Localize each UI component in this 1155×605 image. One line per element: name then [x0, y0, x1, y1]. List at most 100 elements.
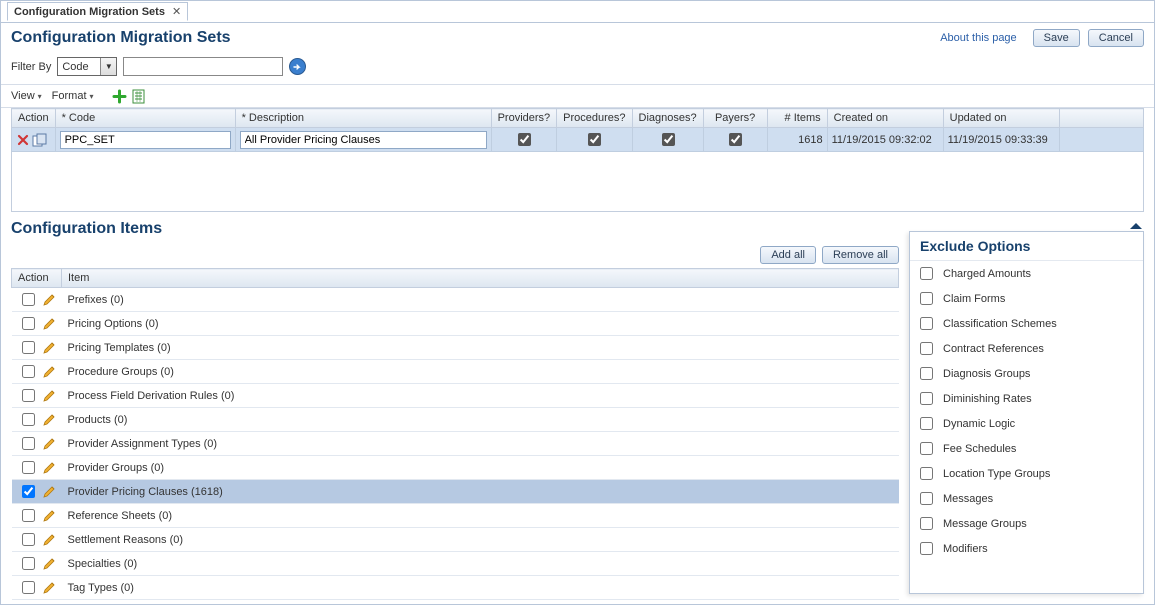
col-created[interactable]: Created on: [827, 109, 943, 128]
list-item[interactable]: Procedure Groups (0): [12, 360, 899, 384]
edit-icon[interactable]: [42, 365, 56, 379]
exclude-checkbox[interactable]: [920, 467, 933, 480]
exclude-option[interactable]: Message Groups: [910, 511, 1143, 536]
exclude-option[interactable]: Diagnosis Groups: [910, 361, 1143, 386]
list-item[interactable]: Provider Assignment Types (0): [12, 432, 899, 456]
exclude-option[interactable]: Modifiers: [910, 536, 1143, 561]
exclude-option[interactable]: Messages: [910, 486, 1143, 511]
exclude-option[interactable]: Contract References: [910, 336, 1143, 361]
item-checkbox[interactable]: [22, 461, 35, 474]
list-item[interactable]: Settlement Reasons (0): [12, 528, 899, 552]
item-checkbox[interactable]: [22, 581, 35, 594]
view-menu[interactable]: View▾: [11, 90, 42, 102]
exclude-option[interactable]: Claim Forms: [910, 286, 1143, 311]
item-checkbox[interactable]: [22, 293, 35, 306]
about-this-page-link[interactable]: About this page: [940, 32, 1016, 44]
col-item[interactable]: Item: [62, 269, 899, 288]
exclude-checkbox[interactable]: [920, 417, 933, 430]
list-item[interactable]: Prefixes (0): [12, 288, 899, 312]
item-checkbox[interactable]: [22, 365, 35, 378]
exclude-option[interactable]: Diminishing Rates: [910, 386, 1143, 411]
exclude-checkbox[interactable]: [920, 517, 933, 530]
close-icon[interactable]: ✕: [172, 5, 181, 18]
item-checkbox[interactable]: [22, 533, 35, 546]
exclude-option[interactable]: Charged Amounts: [910, 261, 1143, 286]
cancel-button[interactable]: Cancel: [1088, 29, 1144, 47]
exclude-option[interactable]: Location Type Groups: [910, 461, 1143, 486]
description-input[interactable]: [240, 131, 487, 149]
add-all-button[interactable]: Add all: [760, 246, 816, 264]
filter-go-button[interactable]: [289, 58, 306, 75]
exclude-checkbox[interactable]: [920, 492, 933, 505]
col-procedures[interactable]: Procedures?: [557, 109, 632, 128]
list-item[interactable]: Provider Pricing Clauses (1618): [12, 480, 899, 504]
item-label: Tag Types (0): [62, 576, 899, 600]
exclude-checkbox[interactable]: [920, 392, 933, 405]
payers-checkbox[interactable]: [729, 133, 742, 146]
edit-icon[interactable]: [42, 461, 56, 475]
item-checkbox[interactable]: [22, 437, 35, 450]
exclude-option[interactable]: Classification Schemes: [910, 311, 1143, 336]
exclude-checkbox[interactable]: [920, 267, 933, 280]
exclude-checkbox[interactable]: [920, 367, 933, 380]
item-checkbox[interactable]: [22, 509, 35, 522]
col-diagnoses[interactable]: Diagnoses?: [632, 109, 703, 128]
list-item[interactable]: Products (0): [12, 408, 899, 432]
exclude-checkbox[interactable]: [920, 442, 933, 455]
item-checkbox[interactable]: [22, 317, 35, 330]
edit-icon[interactable]: [42, 293, 56, 307]
edit-icon[interactable]: [42, 317, 56, 331]
tab-config-migration-sets[interactable]: Configuration Migration Sets ✕: [7, 2, 188, 21]
item-checkbox[interactable]: [22, 485, 35, 498]
filter-value-input[interactable]: [123, 57, 283, 76]
format-menu[interactable]: Format▾: [52, 90, 94, 102]
col-items[interactable]: # Items: [767, 109, 827, 128]
edit-icon[interactable]: [42, 413, 56, 427]
edit-icon[interactable]: [42, 485, 56, 499]
remove-all-button[interactable]: Remove all: [822, 246, 899, 264]
edit-icon[interactable]: [42, 437, 56, 451]
item-checkbox[interactable]: [22, 557, 35, 570]
list-item[interactable]: Specialties (0): [12, 552, 899, 576]
procedures-checkbox[interactable]: [588, 133, 601, 146]
diagnoses-checkbox[interactable]: [662, 133, 675, 146]
list-item[interactable]: Provider Groups (0): [12, 456, 899, 480]
item-checkbox[interactable]: [22, 341, 35, 354]
code-input[interactable]: [60, 131, 231, 149]
list-item[interactable]: Pricing Templates (0): [12, 336, 899, 360]
col-updated[interactable]: Updated on: [943, 109, 1059, 128]
add-row-button[interactable]: [112, 89, 127, 104]
edit-icon[interactable]: [42, 389, 56, 403]
edit-icon[interactable]: [42, 533, 56, 547]
providers-checkbox[interactable]: [518, 133, 531, 146]
duplicate-row-icon[interactable]: [32, 133, 48, 147]
item-checkbox[interactable]: [22, 413, 35, 426]
save-button[interactable]: Save: [1033, 29, 1080, 47]
exclude-checkbox[interactable]: [920, 292, 933, 305]
edit-icon[interactable]: [42, 581, 56, 595]
edit-icon[interactable]: [42, 509, 56, 523]
filter-field-select[interactable]: Code ▼: [57, 57, 117, 76]
export-button[interactable]: [131, 89, 146, 104]
exclude-option[interactable]: Fee Schedules: [910, 436, 1143, 461]
col-code[interactable]: * Code: [55, 109, 235, 128]
exclude-option[interactable]: Dynamic Logic: [910, 411, 1143, 436]
list-item[interactable]: Titles (0): [12, 600, 899, 605]
list-item[interactable]: Tag Types (0): [12, 576, 899, 600]
item-checkbox[interactable]: [22, 389, 35, 402]
col-payers[interactable]: Payers?: [703, 109, 767, 128]
list-item[interactable]: Process Field Derivation Rules (0): [12, 384, 899, 408]
edit-icon[interactable]: [42, 341, 56, 355]
col-description[interactable]: * Description: [235, 109, 491, 128]
col-providers[interactable]: Providers?: [491, 109, 557, 128]
edit-icon[interactable]: [42, 557, 56, 571]
table-row[interactable]: 1618 11/19/2015 09:32:02 11/19/2015 09:3…: [12, 128, 1144, 152]
list-item[interactable]: Reference Sheets (0): [12, 504, 899, 528]
item-label: Provider Assignment Types (0): [62, 432, 899, 456]
exclude-options-list[interactable]: Charged AmountsClaim FormsClassification…: [910, 261, 1143, 591]
exclude-checkbox[interactable]: [920, 317, 933, 330]
exclude-checkbox[interactable]: [920, 342, 933, 355]
list-item[interactable]: Pricing Options (0): [12, 312, 899, 336]
exclude-checkbox[interactable]: [920, 542, 933, 555]
delete-row-icon[interactable]: [16, 133, 30, 147]
